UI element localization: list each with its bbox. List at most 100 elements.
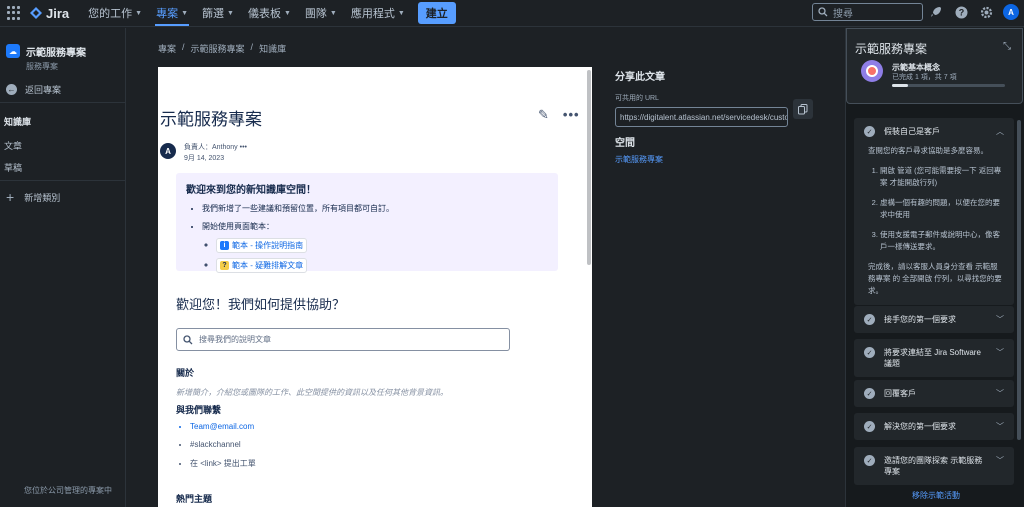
check-circle-icon: ✓ xyxy=(864,126,875,137)
about-text: 新增簡介，介紹您或團隊的工作、此空間提供的資訊以及任何其他背景資訊。 xyxy=(176,388,448,397)
main-nav: 您的工作 ▼ 專案 ▼ 篩選 ▼ 儀表板 ▼ 團隊 ▼ 應用程式 ▼ xyxy=(81,0,412,27)
step-header[interactable]: ✓ 接手您的第一個要求 ﹀ xyxy=(854,306,1014,333)
step-label: 回覆客戶 xyxy=(884,389,916,398)
breadcrumb-separator: / xyxy=(182,42,185,52)
template-item: i範本 - 操作說明指南 xyxy=(216,238,548,253)
contact-ticket: 在 <link> 提出工單 xyxy=(190,458,256,469)
template-link-troubleshoot[interactable]: ?範本 - 疑難排解文章 xyxy=(216,258,308,273)
step-header[interactable]: ✓ 邀請您的團隊探索 示範服務專案 ﹀ xyxy=(854,447,1014,485)
search-icon xyxy=(183,334,193,344)
divider xyxy=(0,102,126,103)
copy-icon xyxy=(798,103,808,114)
plus-icon: + xyxy=(6,189,15,205)
template-label: 範本 - 操作說明指南 xyxy=(232,241,304,250)
panel-title: 歡迎來到您的新知識庫空間！ xyxy=(186,185,316,196)
back-to-project-link[interactable]: ← 返回專案 xyxy=(0,83,67,96)
contact-email-link[interactable]: Team@email.com xyxy=(190,422,256,431)
collapse-icon[interactable]: ⤡ xyxy=(1003,41,1011,52)
guide-avatar-icon xyxy=(861,60,883,82)
managed-project-note: 您位於公司管理的專案中 xyxy=(24,486,112,495)
edit-pencil-icon[interactable]: ✎ xyxy=(538,107,549,123)
create-button[interactable]: 建立 xyxy=(417,2,456,24)
template-link-howto[interactable]: i範本 - 操作說明指南 xyxy=(216,238,308,253)
kb-search-input[interactable]: 搜尋我們的說明文章 xyxy=(176,328,510,351)
help-icon[interactable]: ? xyxy=(953,4,969,20)
nav-your-work[interactable]: 您的工作 ▼ xyxy=(81,0,149,27)
url-label: 可共用的 URL xyxy=(615,95,659,102)
breadcrumb-projects[interactable]: 專案 xyxy=(158,42,176,55)
nav-label: 儀表板 xyxy=(247,8,281,20)
more-actions-icon[interactable]: ••• xyxy=(563,107,580,123)
copy-url-button[interactable] xyxy=(793,99,813,119)
jira-icon xyxy=(30,7,42,19)
step-header[interactable]: ✓ 解決您的第一個要求 ﹀ xyxy=(854,413,1014,440)
chevron-down-icon: ﹀ xyxy=(996,422,1004,431)
step-outro: 完成後，請以客服人員身分查看 示範服務專案 的 全部開啟 佇列，以尋找您的要求。 xyxy=(868,262,1002,295)
chevron-down-icon: ﹀ xyxy=(996,389,1004,398)
step-header[interactable]: ✓ 假裝自己是客戶 ︿ xyxy=(854,118,1014,145)
project-type: 服務專案 xyxy=(26,62,58,71)
remove-demo-button[interactable]: 移除示範活動 xyxy=(912,490,960,501)
project-sidebar: ☁ 示範服務專案 服務專案 ← 返回專案 知識庫 文章 草稿 + 新增類別 您位… xyxy=(0,28,126,507)
nav-teams[interactable]: 團隊 ▼ xyxy=(298,0,344,27)
step-label: 邀請您的團隊探索 示範服務專案 xyxy=(884,456,983,476)
step-label: 假裝自己是客戶 xyxy=(884,127,940,136)
guide-step-2[interactable]: ✓ 接手您的第一個要求 ﹀ xyxy=(854,306,1014,333)
notifications-rocket-icon[interactable] xyxy=(928,4,944,20)
nav-dashboards[interactable]: 儀表板 ▼ xyxy=(241,0,298,27)
step-intro: 查閱您的客戶尋求協助是多麼容易。 xyxy=(868,146,988,155)
kb-search-placeholder: 搜尋我們的說明文章 xyxy=(199,335,271,344)
author-line: 負責人：Anthony ••• xyxy=(184,142,247,152)
scrollbar-thumb[interactable] xyxy=(1017,120,1021,440)
share-title: 分享此文章 xyxy=(615,72,665,83)
step-header[interactable]: ✓ 回覆客戶 ﹀ xyxy=(854,380,1014,407)
chevron-down-icon: ▼ xyxy=(397,9,405,17)
svg-text:?: ? xyxy=(958,7,964,17)
step-label: 將要求連結至 Jira Software 議題 xyxy=(884,348,981,368)
guide-step-3[interactable]: ✓ 將要求連結至 Jira Software 議題 ﹀ xyxy=(854,339,1014,377)
guide-scrollbar[interactable] xyxy=(1017,120,1022,460)
nav-label: 您的工作 xyxy=(88,8,133,20)
welcome-heading: 歡迎您！我們如何提供協助？ xyxy=(176,297,346,312)
top-navigation-bar: Jira 您的工作 ▼ 專案 ▼ 篩選 ▼ 儀表板 ▼ 團隊 ▼ 應用程式 ▼ 建立 搜尋 … xyxy=(0,0,1024,27)
check-circle-icon: ✓ xyxy=(864,347,875,358)
user-avatar[interactable]: A xyxy=(1003,4,1019,20)
scrollbar-thumb[interactable] xyxy=(587,70,591,265)
article-page: 示範服務專案 ✎ ••• A 負責人：Anthony ••• 9月 14, 20… xyxy=(158,67,592,507)
app-switcher-icon[interactable] xyxy=(7,6,21,20)
space-link[interactable]: 示範服務專案 xyxy=(615,154,663,165)
project-header[interactable]: ☁ 示範服務專案 服務專案 xyxy=(0,28,125,72)
search-placeholder: 搜尋 xyxy=(833,8,853,20)
info-icon: i xyxy=(220,241,229,250)
space-title: 空間 xyxy=(615,138,635,149)
contact-list: Team@email.com #slackchannel 在 <link> 提出… xyxy=(176,422,256,478)
step-instruction: 虛構一個有趣的問題，以便在您的要求中使用 xyxy=(880,197,1004,221)
guide-step-4[interactable]: ✓ 回覆客戶 ﹀ xyxy=(854,380,1014,407)
article-scrollbar[interactable] xyxy=(586,67,592,507)
chevron-down-icon: ▼ xyxy=(283,9,291,17)
nav-filters[interactable]: 篩選 ▼ xyxy=(195,0,241,27)
guide-step-6[interactable]: ✓ 邀請您的團隊探索 示範服務專案 ﹀ xyxy=(854,447,1014,485)
arrow-left-icon: ← xyxy=(6,84,17,95)
panel-bullet: 開始使用頁面範本： i範本 - 操作說明指南 ?範本 - 疑難排解文章 xyxy=(202,221,548,273)
about-heading: 關於 xyxy=(176,368,195,378)
template-item: ?範本 - 疑難排解文章 xyxy=(216,258,548,273)
shareable-url-field[interactable]: https://digitalent.atlassian.net/service… xyxy=(615,107,788,127)
check-circle-icon: ✓ xyxy=(864,455,875,466)
nav-projects[interactable]: 專案 ▼ xyxy=(149,0,195,27)
global-search-input[interactable]: 搜尋 xyxy=(812,3,923,21)
more-icon[interactable]: ••• xyxy=(240,144,247,151)
breadcrumb-knowledge-base[interactable]: 知識庫 xyxy=(259,42,286,55)
guide-step-5[interactable]: ✓ 解決您的第一個要求 ﹀ xyxy=(854,413,1014,440)
nav-apps[interactable]: 應用程式 ▼ xyxy=(344,0,412,27)
sidebar-item-articles[interactable]: 文章 xyxy=(4,139,22,152)
breadcrumb-project[interactable]: 示範服務專案 xyxy=(191,42,245,55)
contact-slack: #slackchannel xyxy=(190,440,256,449)
sidebar-item-drafts[interactable]: 草稿 xyxy=(4,161,22,174)
settings-gear-icon[interactable] xyxy=(978,4,994,20)
chevron-down-icon: ▼ xyxy=(135,9,143,17)
jira-logo[interactable]: Jira xyxy=(30,6,69,21)
share-panel: 分享此文章 可共用的 URL https://digitalent.atlass… xyxy=(615,68,815,164)
add-category-button[interactable]: + 新增類別 xyxy=(6,190,60,204)
step-header[interactable]: ✓ 將要求連結至 Jira Software 議題 ﹀ xyxy=(854,339,1014,377)
